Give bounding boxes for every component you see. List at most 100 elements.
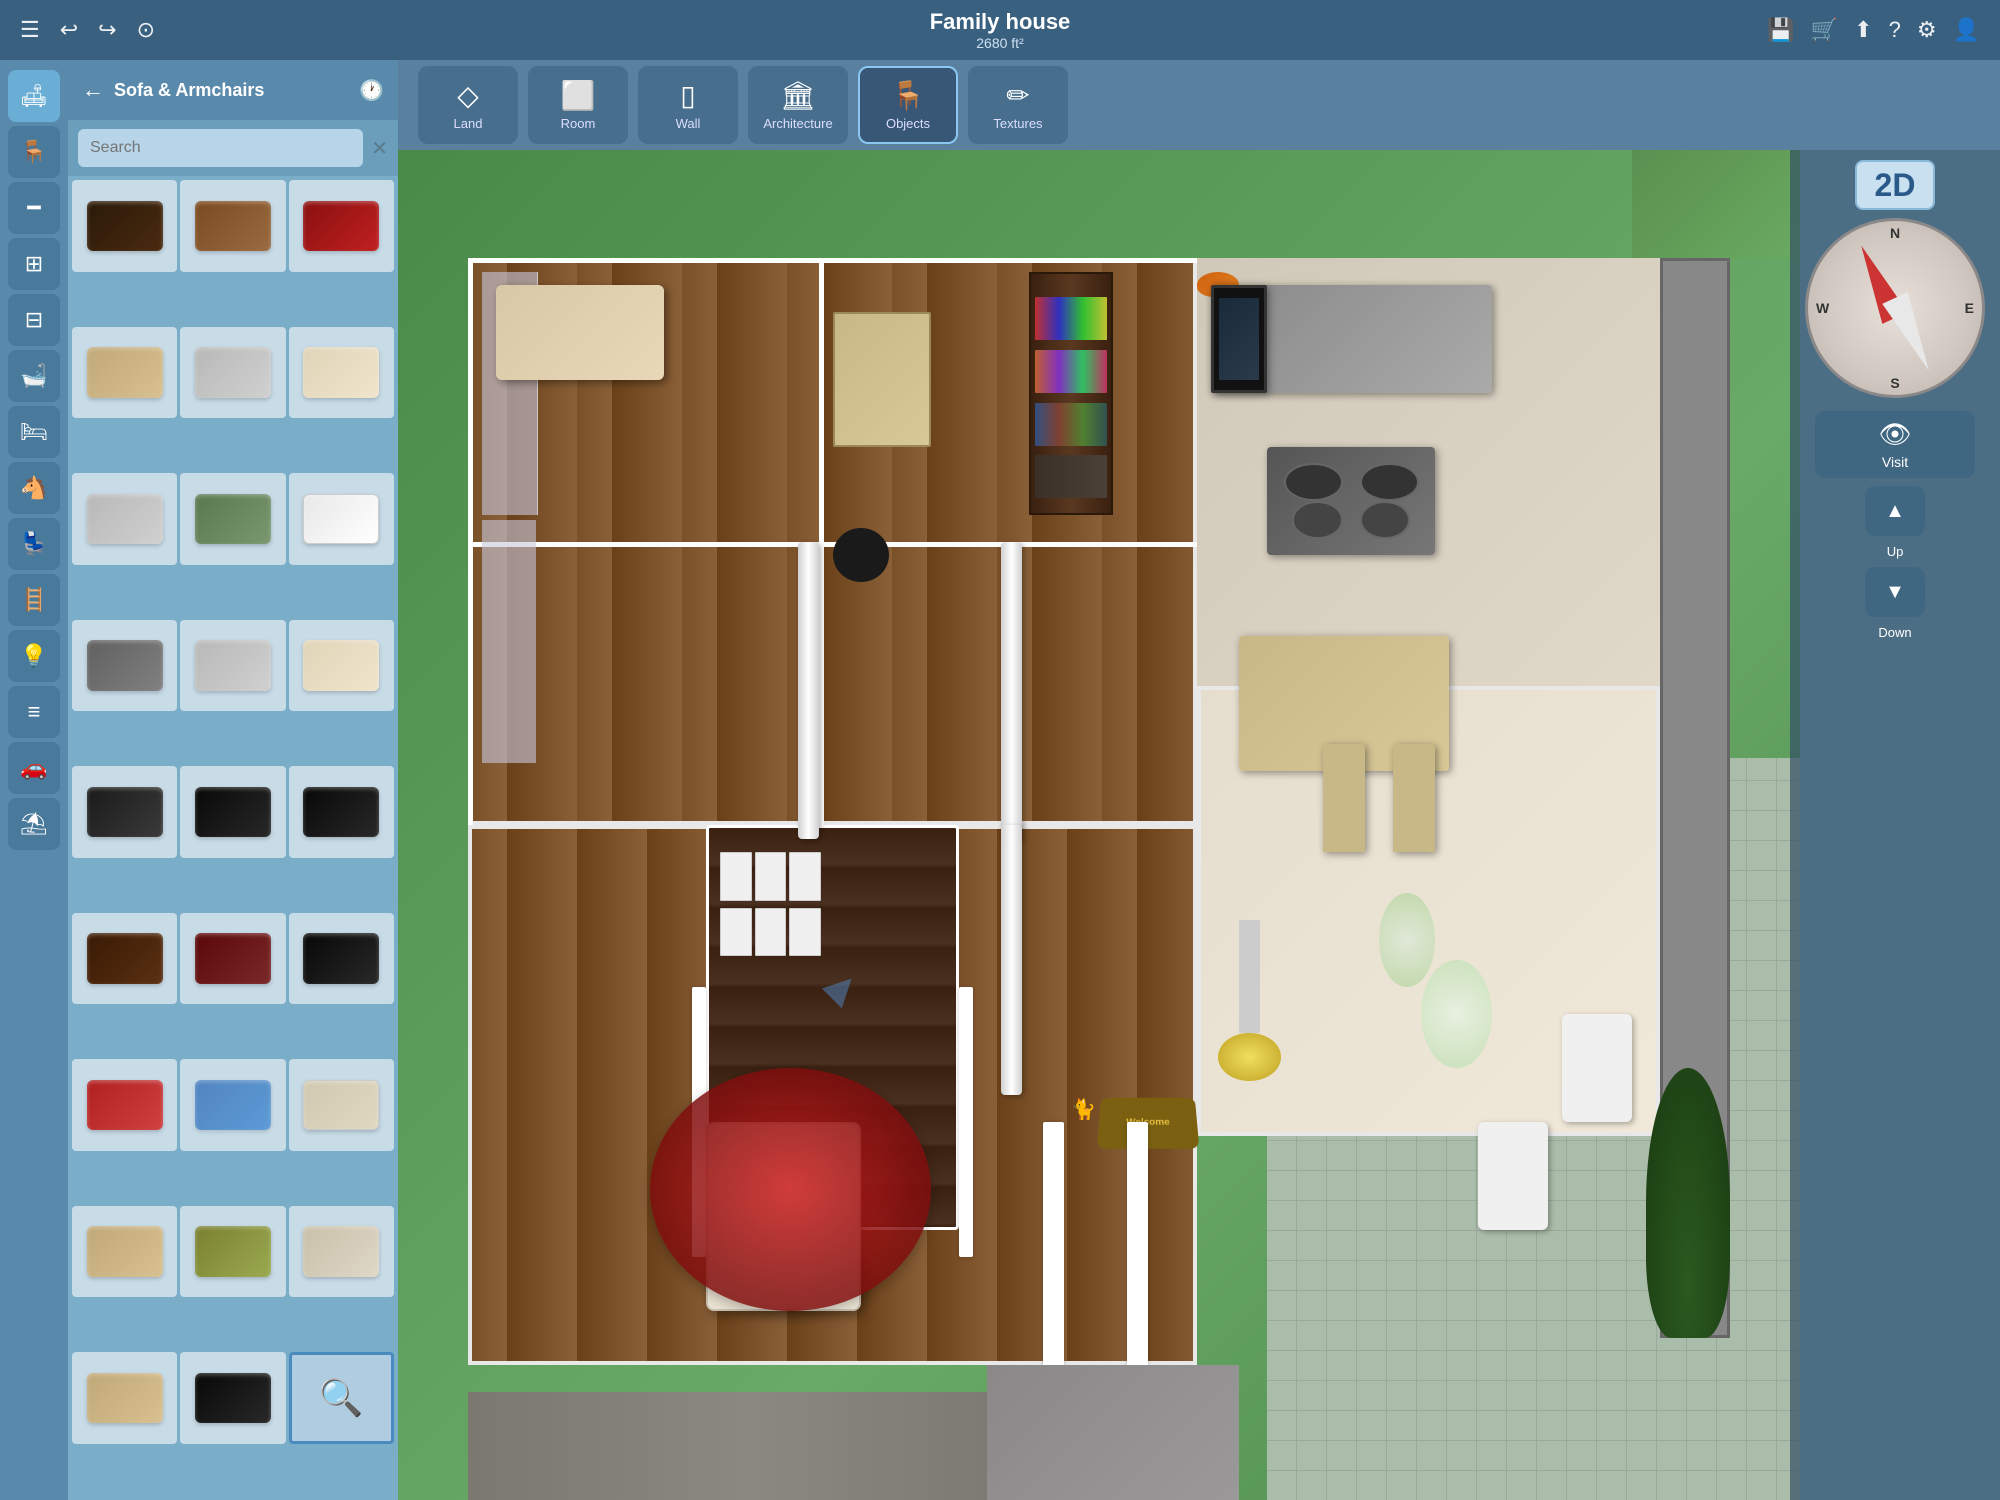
sidebar-icon-chair[interactable]: 🪑 [8, 126, 60, 178]
furniture-item-13[interactable] [72, 766, 177, 858]
furniture-item-14[interactable] [180, 766, 285, 858]
undo-icon[interactable]: ↩ [60, 17, 78, 43]
left-panel: ← Sofa & Armchairs 🕐 ✕ [68, 60, 398, 1500]
furniture-item-9[interactable] [289, 473, 394, 565]
bar-stool-1 [1323, 744, 1365, 852]
cat-silhouette: 🐈 [1071, 1097, 1096, 1122]
save-icon[interactable]: 💾 [1767, 17, 1794, 43]
sidebar-icon-radiator[interactable]: ≡ [8, 686, 60, 738]
sidebar-icon-ladder[interactable]: 🪜 [8, 574, 60, 626]
furniture-item-16[interactable] [72, 913, 177, 1005]
account-icon[interactable]: 👤 [1953, 17, 1980, 43]
wall-top [468, 258, 1267, 263]
panel-header-left: ← Sofa & Armchairs [82, 77, 264, 103]
settings-icon[interactable]: ⚙ [1917, 17, 1937, 43]
furniture-item-26[interactable] [180, 1352, 285, 1444]
search-clear-button[interactable]: ✕ [371, 136, 388, 161]
toolbar-textures[interactable]: ✏ Textures [968, 66, 1068, 144]
furniture-item-19[interactable] [72, 1059, 177, 1151]
room-label: Room [561, 116, 596, 131]
room-icon: ⬜ [561, 79, 596, 112]
pillar-2 [1001, 542, 1022, 839]
toolbar-wall[interactable]: ▯ Wall [638, 66, 738, 144]
railing-right [959, 987, 973, 1257]
visit-button[interactable]: 👁 Visit [1815, 411, 1975, 478]
sidebar-icon-bath[interactable]: 🛁 [8, 350, 60, 402]
back-button[interactable]: ← [82, 77, 104, 103]
toolbar-objects[interactable]: 🪑 Objects [858, 66, 958, 144]
sidebar-icon-bed[interactable]: 🛏 [8, 406, 60, 458]
furniture-item-6[interactable] [289, 327, 394, 419]
cart-icon[interactable]: 🛒 [1811, 17, 1838, 43]
main-layout: 🛋 🪑 ━ ⊞ ⊟ 🛁 🛏 🐴 💺 🪜 💡 ≡ 🚗 ⛱ ← Sofa & Arm… [0, 60, 2000, 1500]
sidebar-icon-table[interactable]: ━ [8, 182, 60, 234]
search-input[interactable] [78, 129, 363, 167]
large-plant [1646, 1068, 1730, 1338]
help-icon[interactable]: ? [1889, 17, 1901, 43]
redo-icon[interactable]: ↪ [98, 17, 116, 43]
bush-2 [1379, 893, 1435, 988]
furniture-item-7[interactable] [72, 473, 177, 565]
app-title: Family house [930, 9, 1071, 35]
sidebar-icon-outdoor[interactable]: ⛱ [8, 798, 60, 850]
menu-icon[interactable]: ☰ [20, 17, 40, 43]
sidebar-icon-toy[interactable]: 🐴 [8, 462, 60, 514]
down-button[interactable]: ▼ [1865, 567, 1925, 617]
bar-stool-2 [1393, 744, 1435, 852]
sidebar-icons: 🛋 🪑 ━ ⊞ ⊟ 🛁 🛏 🐴 💺 🪜 💡 ≡ 🚗 ⛱ [0, 60, 68, 1500]
down-label: Down [1878, 625, 1911, 640]
porch-floor [987, 1365, 1239, 1500]
porch-column-2 [1127, 1122, 1148, 1392]
topbar-left: ☰ ↩ ↪ ⊙ [20, 17, 155, 43]
furniture-item-24[interactable] [289, 1206, 394, 1298]
furniture-item-2[interactable] [180, 180, 285, 272]
topbar-right: 💾 🛒 ⬆ ? ⚙ 👤 [1767, 17, 1980, 43]
sidebar-icon-kitchen[interactable]: ⊞ [8, 238, 60, 290]
furniture-item-22[interactable] [72, 1206, 177, 1298]
compass: N S E W [1805, 218, 1985, 398]
visit-label: Visit [1882, 454, 1908, 470]
furniture-item-10[interactable] [72, 620, 177, 712]
search-bar: ✕ [68, 120, 398, 176]
stove [1267, 447, 1435, 555]
furniture-item-5[interactable] [180, 327, 285, 419]
share-icon[interactable]: ⬆ [1854, 17, 1872, 43]
sidebar-icon-sofa[interactable]: 🛋 [8, 70, 60, 122]
furniture-item-18[interactable] [289, 913, 394, 1005]
furniture-item-17[interactable] [180, 913, 285, 1005]
toolbar-architecture[interactable]: 🏛 Architecture [748, 66, 848, 144]
compass-needle-white [1882, 292, 1941, 376]
furniture-item-20[interactable] [180, 1059, 285, 1151]
furniture-item-1[interactable] [72, 180, 177, 272]
sidebar-icon-stove[interactable]: ⊟ [8, 294, 60, 346]
up-arrow: ▲ [1885, 500, 1905, 523]
furniture-item-11[interactable] [180, 620, 285, 712]
furniture-item-15[interactable] [289, 766, 394, 858]
toolbar-land[interactable]: ◇ Land [418, 66, 518, 144]
sidebar-icon-office[interactable]: 💺 [8, 518, 60, 570]
sidebar-icon-vehicle[interactable]: 🚗 [8, 742, 60, 794]
furniture-item-4[interactable] [72, 327, 177, 419]
furniture-item-8[interactable] [180, 473, 285, 565]
furniture-item-23[interactable] [180, 1206, 285, 1298]
toolbar-room[interactable]: ⬜ Room [528, 66, 628, 144]
pillar-3 [1001, 825, 1022, 1095]
wall-mid-v [819, 258, 824, 825]
architecture-icon: 🏛 [780, 79, 816, 112]
furniture-item-3[interactable] [289, 180, 394, 272]
textures-label: Textures [993, 116, 1042, 131]
camera-icon[interactable]: ⊙ [137, 17, 155, 43]
furniture-item-12[interactable] [289, 620, 394, 712]
bush-flowers [1421, 960, 1491, 1068]
furniture-item-27-search[interactable]: 🔍 [289, 1352, 394, 1444]
top-toolbar: ◇ Land ⬜ Room ▯ Wall 🏛 Architecture 🪑 Ob… [398, 60, 2000, 150]
porch-column-1 [1043, 1122, 1064, 1392]
mirror [833, 312, 931, 447]
furniture-item-21[interactable] [289, 1059, 394, 1151]
furniture-item-25[interactable] [72, 1352, 177, 1444]
view-2d-button[interactable]: 2D [1855, 160, 1935, 210]
history-icon[interactable]: 🕐 [359, 78, 384, 103]
sidebar-icon-lamp[interactable]: 💡 [8, 630, 60, 682]
house-visual[interactable]: Welcome 🐈 ▲ [398, 150, 1800, 1500]
up-button[interactable]: ▲ [1865, 486, 1925, 536]
